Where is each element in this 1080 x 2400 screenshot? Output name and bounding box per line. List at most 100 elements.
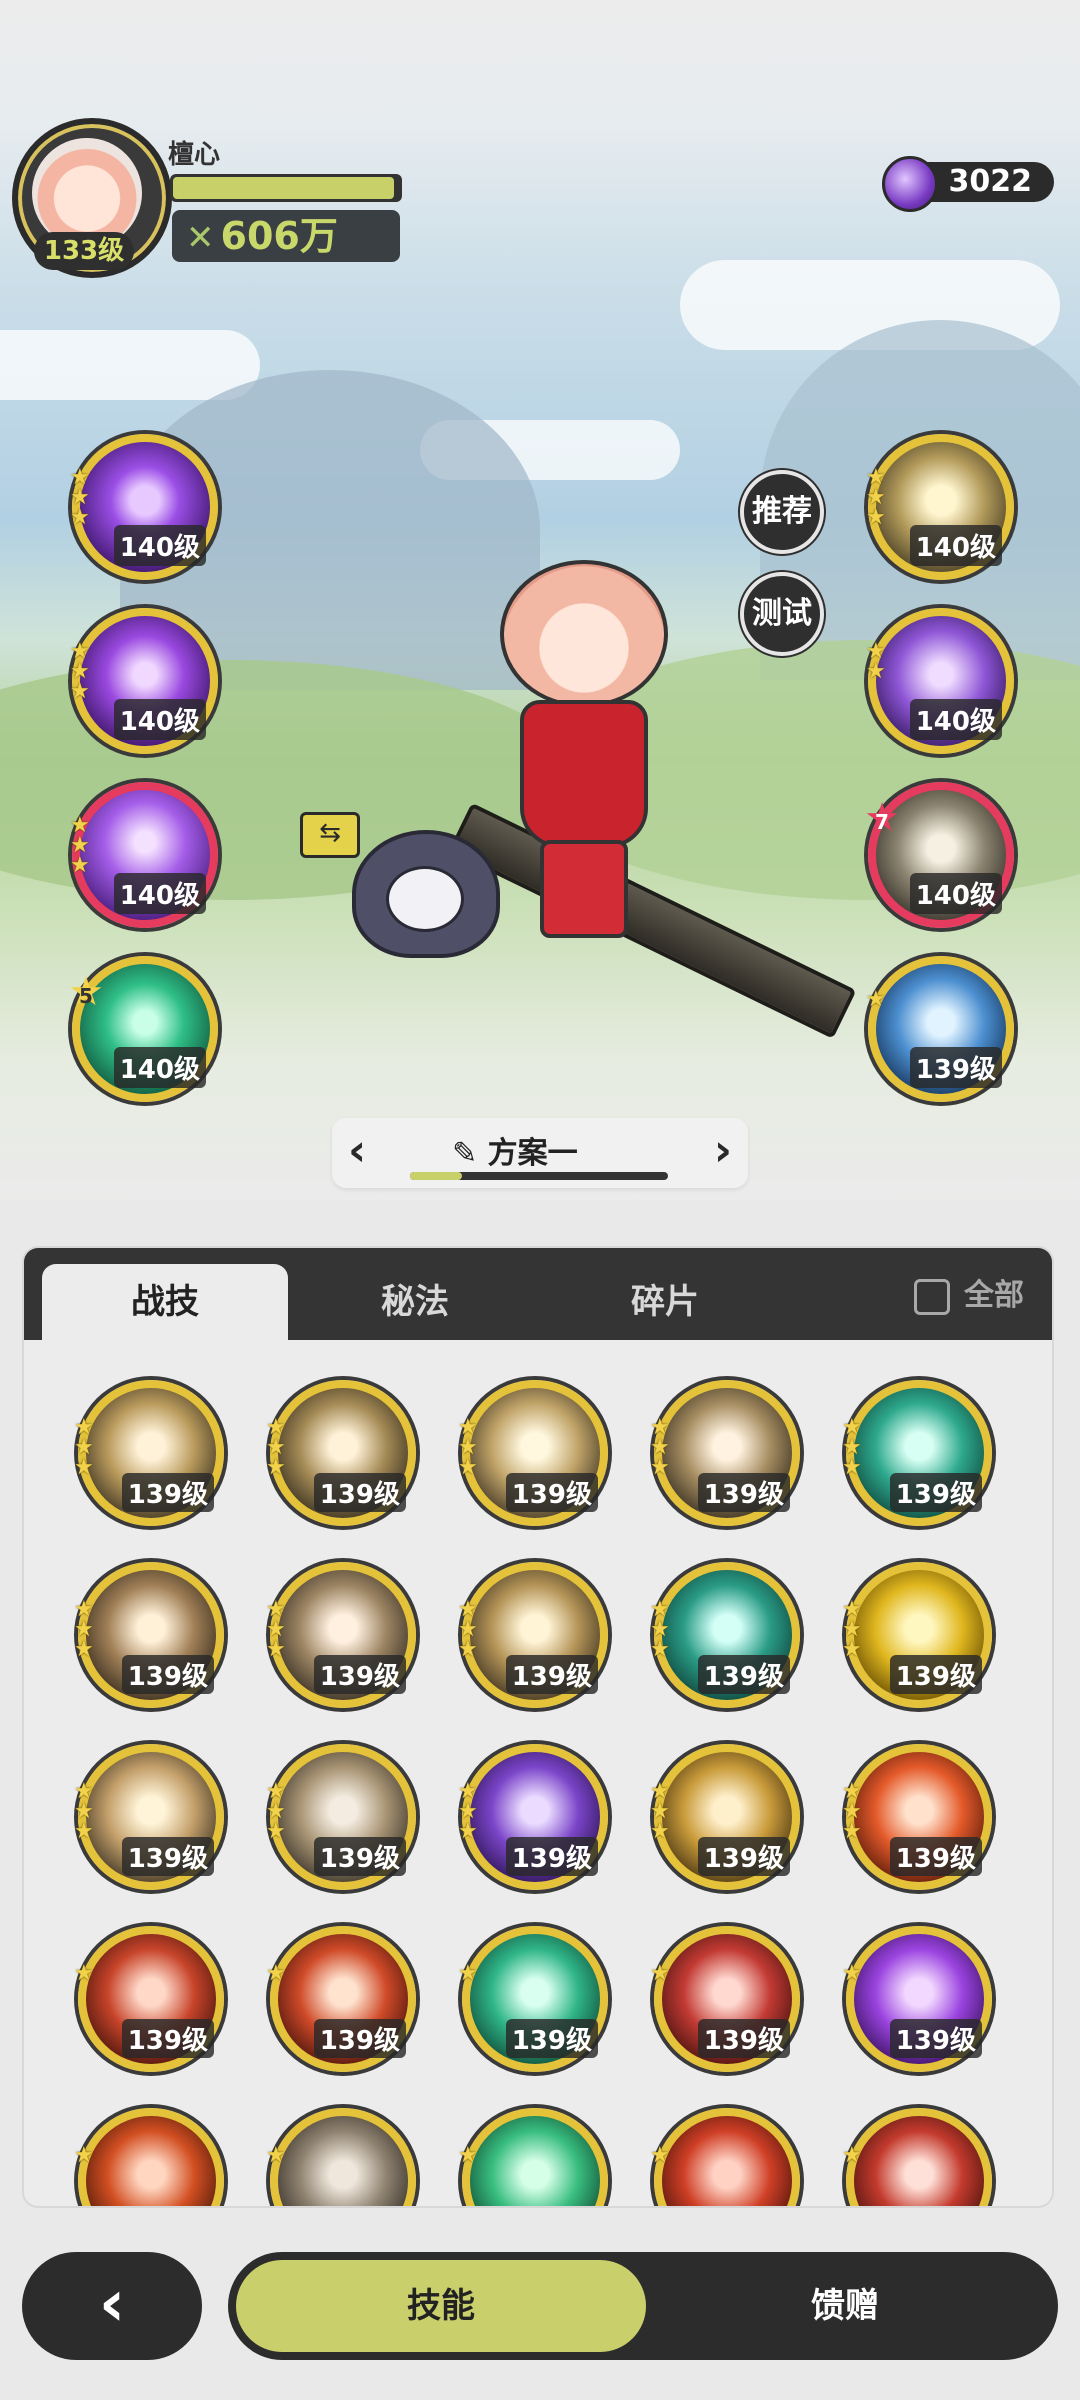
plan-prev-button[interactable]: ‹ — [348, 1126, 366, 1176]
skill-card[interactable]: ★ ★ ★ 139级 — [266, 1744, 416, 1890]
tab-skills-nav[interactable]: 技能 — [236, 2260, 646, 2352]
star-rating: ★ — [842, 2143, 862, 2168]
hero-head — [500, 560, 668, 708]
equipped-skill-right-4[interactable]: ★ 139级 — [866, 956, 1014, 1102]
show-all-toggle[interactable]: 全部 — [914, 1274, 1024, 1318]
skill-card[interactable]: ★ ★ ★ 139级 — [74, 1744, 224, 1890]
skill-card[interactable]: ★ 139级 — [74, 1926, 224, 2072]
skill-level: 140级 — [113, 525, 206, 566]
skill-card[interactable]: ★ 139级 — [650, 1926, 800, 2072]
pencil-icon: ✎ — [452, 1136, 478, 1171]
skill-card[interactable]: ★ 139级 — [458, 1926, 608, 2072]
test-button[interactable]: 测试 — [740, 572, 824, 656]
star-rating: ★ — [650, 1961, 670, 1986]
star-badge: ★ 5 — [66, 972, 106, 1012]
gem-currency[interactable]: 3022 — [882, 156, 1054, 212]
star-rating: ★ ★ ★ — [266, 1779, 286, 1844]
star-badge-count: 7 — [875, 810, 889, 834]
star-rating: ★ ★ ★ — [266, 1597, 286, 1662]
star-rating: ★ ★ ★ — [74, 1779, 94, 1844]
plan-name: 方案一 — [487, 1136, 578, 1171]
equipped-skill-right-1[interactable]: ★ ★ ★ 140级 — [866, 434, 1014, 580]
skill-level: 139级 — [505, 1473, 598, 1512]
skill-card[interactable]: ★ — [74, 2108, 224, 2206]
tab-gifts-nav[interactable]: 馈赠 — [640, 2260, 1050, 2352]
star-rating: ★ — [74, 1961, 94, 1986]
player-hp-fill — [173, 177, 395, 199]
skill-level: 140级 — [113, 699, 206, 740]
show-all-checkbox[interactable] — [914, 1278, 950, 1315]
star-rating: ★ ★ ★ — [74, 1415, 94, 1480]
tab-arcana[interactable]: 秘法 — [292, 1264, 538, 1340]
skill-card[interactable]: ★ ★ ★ 139级 — [74, 1380, 224, 1526]
player-hp-bar — [170, 174, 402, 202]
equipped-skill-left-2[interactable]: ★ ★ ★ 140级 — [70, 608, 218, 754]
skill-card[interactable]: ★ ★ ★ 139级 — [650, 1380, 800, 1526]
skill-card[interactable]: ★ ★ ★ 139级 — [650, 1562, 800, 1708]
star-rating: ★ ★ ★ — [866, 465, 886, 530]
equipped-skill-right-2[interactable]: ★ ★ 140级 — [866, 608, 1014, 754]
hero-legs — [540, 840, 628, 938]
player-level: 133级 — [34, 232, 134, 270]
tab-skills[interactable]: 战技 — [42, 1264, 288, 1340]
plan-title[interactable]: ✎ 方案一 — [452, 1128, 578, 1172]
equipped-skill-left-4[interactable]: ★ 5 140级 — [68, 956, 218, 1102]
star-rating: ★ — [266, 2143, 286, 2168]
back-button[interactable]: ‹ — [22, 2252, 202, 2360]
skill-card[interactable]: ★ 139级 — [266, 1926, 416, 2072]
star-rating: ★ — [866, 987, 886, 1012]
plan-selector: ‹ ✎ 方案一 › — [332, 1118, 748, 1188]
skill-card[interactable]: ★ ★ ★ 139级 — [650, 1744, 800, 1890]
skill-level: 140级 — [909, 873, 1002, 914]
swap-pet-icon[interactable]: ⇆ — [300, 812, 360, 858]
equipped-skill-right-3[interactable]: ★ 7 140级 — [864, 782, 1014, 928]
skill-level: 139级 — [889, 1837, 982, 1876]
tab-fragments[interactable]: 碎片 — [542, 1264, 788, 1340]
skill-level: 139级 — [889, 2019, 982, 2058]
star-rating: ★ ★ ★ — [650, 1779, 670, 1844]
skill-card[interactable]: ★ ★ ★ 139级 — [458, 1744, 608, 1890]
skill-level: 139级 — [313, 1473, 406, 1512]
skill-card[interactable]: ★ ★ ★ 139级 — [74, 1562, 224, 1708]
pet-face — [386, 866, 464, 932]
skill-card[interactable]: ★ — [842, 2108, 992, 2206]
star-rating: ★ ★ ★ — [842, 1597, 862, 1662]
recommend-button[interactable]: 推荐 — [740, 470, 824, 554]
combat-power: ✕ 606万 — [172, 210, 400, 262]
skill-level: 139级 — [505, 1837, 598, 1876]
skill-level: 139级 — [697, 2019, 790, 2058]
skill-card[interactable]: ★ 139级 — [842, 1926, 992, 2072]
skill-card[interactable]: ★ — [458, 2108, 608, 2206]
skill-level: 139级 — [697, 1655, 790, 1694]
skill-card[interactable]: ★ ★ ★ 139级 — [266, 1380, 416, 1526]
skill-card[interactable]: ★ — [266, 2108, 416, 2206]
star-rating: ★ — [74, 2143, 94, 2168]
equipped-skill-left-3[interactable]: ★ ★ ★ 140级 — [70, 782, 218, 928]
skill-card[interactable]: ★ — [650, 2108, 800, 2206]
star-rating: ★ — [458, 2143, 478, 2168]
skill-card[interactable]: ★ ★ ★ 139级 — [458, 1562, 608, 1708]
skill-level: 140级 — [909, 525, 1002, 566]
plan-next-button[interactable]: › — [714, 1126, 732, 1176]
star-rating: ★ ★ ★ — [650, 1415, 670, 1480]
skill-card[interactable]: ★ ★ ★ 139级 — [842, 1380, 992, 1526]
star-rating: ★ ★ ★ — [266, 1415, 286, 1480]
gem-amount: 3022 — [948, 164, 1033, 199]
skill-card[interactable]: ★ ★ ★ 139级 — [266, 1562, 416, 1708]
skill-level: 139级 — [121, 1473, 214, 1512]
equipped-skill-left-1[interactable]: ★ ★ ★ 140级 — [70, 434, 218, 580]
skill-level: 139级 — [121, 1837, 214, 1876]
hero-body — [520, 700, 648, 848]
star-rating: ★ ★ ★ — [458, 1597, 478, 1662]
skill-level: 139级 — [889, 1655, 982, 1694]
skill-inventory-panel: 战技 秘法 碎片 全部 ★ ★ ★ 139级 ★ ★ ★ 139级 ★ ★ ★ 139级 ★ ★ ★ 139级… — [24, 1248, 1052, 2206]
star-rating: ★ ★ ★ — [74, 1597, 94, 1662]
crossed-swords-icon: ✕ — [186, 218, 215, 258]
bottom-nav: 技能 馈赠 — [228, 2252, 1058, 2360]
plan-progress-bar — [410, 1172, 668, 1180]
skill-card[interactable]: ★ ★ ★ 139级 — [458, 1380, 608, 1526]
skill-card[interactable]: ★ ★ ★ 139级 — [842, 1562, 992, 1708]
skill-card[interactable]: ★ ★ ★ 139级 — [842, 1744, 992, 1890]
skill-level: 139级 — [505, 2019, 598, 2058]
purple-gem-icon — [882, 156, 938, 212]
